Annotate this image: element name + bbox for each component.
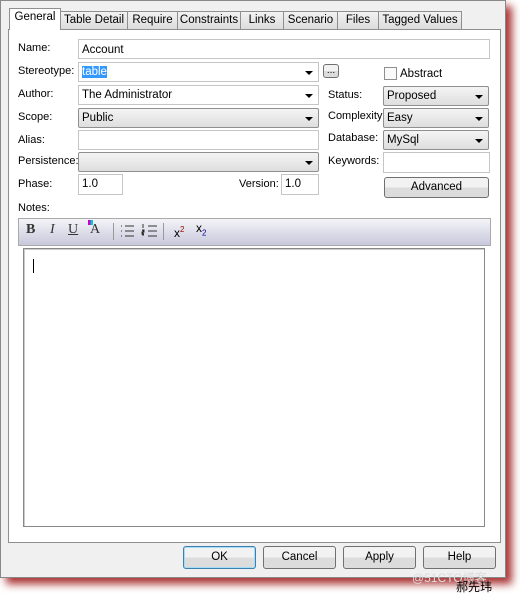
- tab-constraints[interactable]: Constraints: [177, 11, 241, 29]
- status-select[interactable]: Proposed: [383, 86, 489, 106]
- help-button[interactable]: Help: [423, 546, 496, 569]
- database-select[interactable]: MySql: [383, 130, 489, 150]
- alias-label: Alias:: [18, 134, 45, 146]
- status-label: Status:: [328, 89, 363, 101]
- subscript-button[interactable]: x2: [196, 221, 206, 237]
- bold-button[interactable]: B: [26, 222, 35, 238]
- tab-scenario[interactable]: Scenario: [283, 11, 338, 29]
- chevron-down-icon: [305, 71, 313, 75]
- notes-editor[interactable]: [23, 248, 485, 527]
- cancel-button[interactable]: Cancel: [263, 546, 336, 569]
- ok-button[interactable]: OK: [183, 546, 256, 569]
- author-label: Author:: [18, 88, 54, 100]
- tab-files[interactable]: Files: [337, 11, 379, 29]
- signature: 郝先玮: [456, 580, 493, 594]
- chevron-down-icon: [475, 117, 483, 121]
- toolbar-separator: [113, 223, 114, 240]
- font-color-button[interactable]: A: [88, 220, 100, 238]
- database-value: MySql: [387, 134, 419, 146]
- scope-select[interactable]: Public: [78, 108, 319, 128]
- scope-value: Public: [82, 112, 114, 124]
- chevron-down-icon: [475, 95, 483, 99]
- chevron-down-icon: [305, 94, 313, 98]
- stereotype-value: table: [82, 66, 107, 78]
- tab-general[interactable]: General: [9, 8, 61, 30]
- author-combo[interactable]: The Administrator: [78, 85, 319, 105]
- advanced-button[interactable]: Advanced: [384, 177, 489, 198]
- toolbar-separator: [163, 223, 164, 240]
- chevron-down-icon: [475, 139, 483, 143]
- version-input[interactable]: 1.0: [281, 174, 319, 195]
- scope-label: Scope:: [18, 111, 53, 123]
- color-palette-icon: [88, 220, 93, 225]
- keywords-label: Keywords:: [328, 155, 380, 167]
- abstract-checkbox[interactable]: [384, 67, 397, 80]
- keywords-input[interactable]: [383, 152, 490, 173]
- complexity-value: Easy: [387, 112, 413, 124]
- notes-label: Notes:: [18, 202, 50, 214]
- stereotype-combo[interactable]: table: [78, 62, 319, 82]
- version-label: Version:: [239, 178, 279, 190]
- apply-button[interactable]: Apply: [343, 546, 416, 569]
- numbered-list-icon[interactable]: [141, 224, 157, 238]
- complexity-select[interactable]: Easy: [383, 108, 489, 128]
- tab-links[interactable]: Links: [240, 11, 284, 29]
- bullet-list-icon[interactable]: [120, 224, 134, 238]
- name-label: Name:: [18, 42, 51, 54]
- persistence-label: Persistence:: [18, 155, 79, 167]
- author-value: The Administrator: [82, 89, 173, 101]
- italic-button[interactable]: I: [50, 222, 55, 238]
- name-input[interactable]: Account: [78, 39, 490, 59]
- subscript-mark: 2: [202, 228, 207, 238]
- chevron-down-icon: [305, 161, 313, 165]
- underline-button[interactable]: U: [68, 222, 78, 238]
- tab-tagged-values[interactable]: Tagged Values: [378, 11, 462, 29]
- abstract-label: Abstract: [400, 68, 443, 80]
- database-label: Database:: [328, 132, 379, 144]
- superscript-button[interactable]: x2: [174, 225, 184, 240]
- alias-input[interactable]: [78, 130, 319, 150]
- text-cursor: [33, 259, 34, 273]
- superscript-mark: 2: [180, 225, 185, 234]
- chevron-down-icon: [305, 117, 313, 121]
- persistence-select[interactable]: [78, 152, 319, 172]
- tab-require[interactable]: Require: [127, 11, 178, 29]
- stereotype-browse-button[interactable]: ...: [323, 64, 339, 78]
- phase-label: Phase:: [18, 178, 53, 190]
- phase-input[interactable]: 1.0: [78, 174, 123, 195]
- stereotype-label: Stereotype:: [18, 65, 75, 77]
- complexity-label: Complexity:: [328, 110, 386, 122]
- tab-table-detail[interactable]: Table Detail: [60, 11, 128, 29]
- status-value: Proposed: [387, 90, 437, 102]
